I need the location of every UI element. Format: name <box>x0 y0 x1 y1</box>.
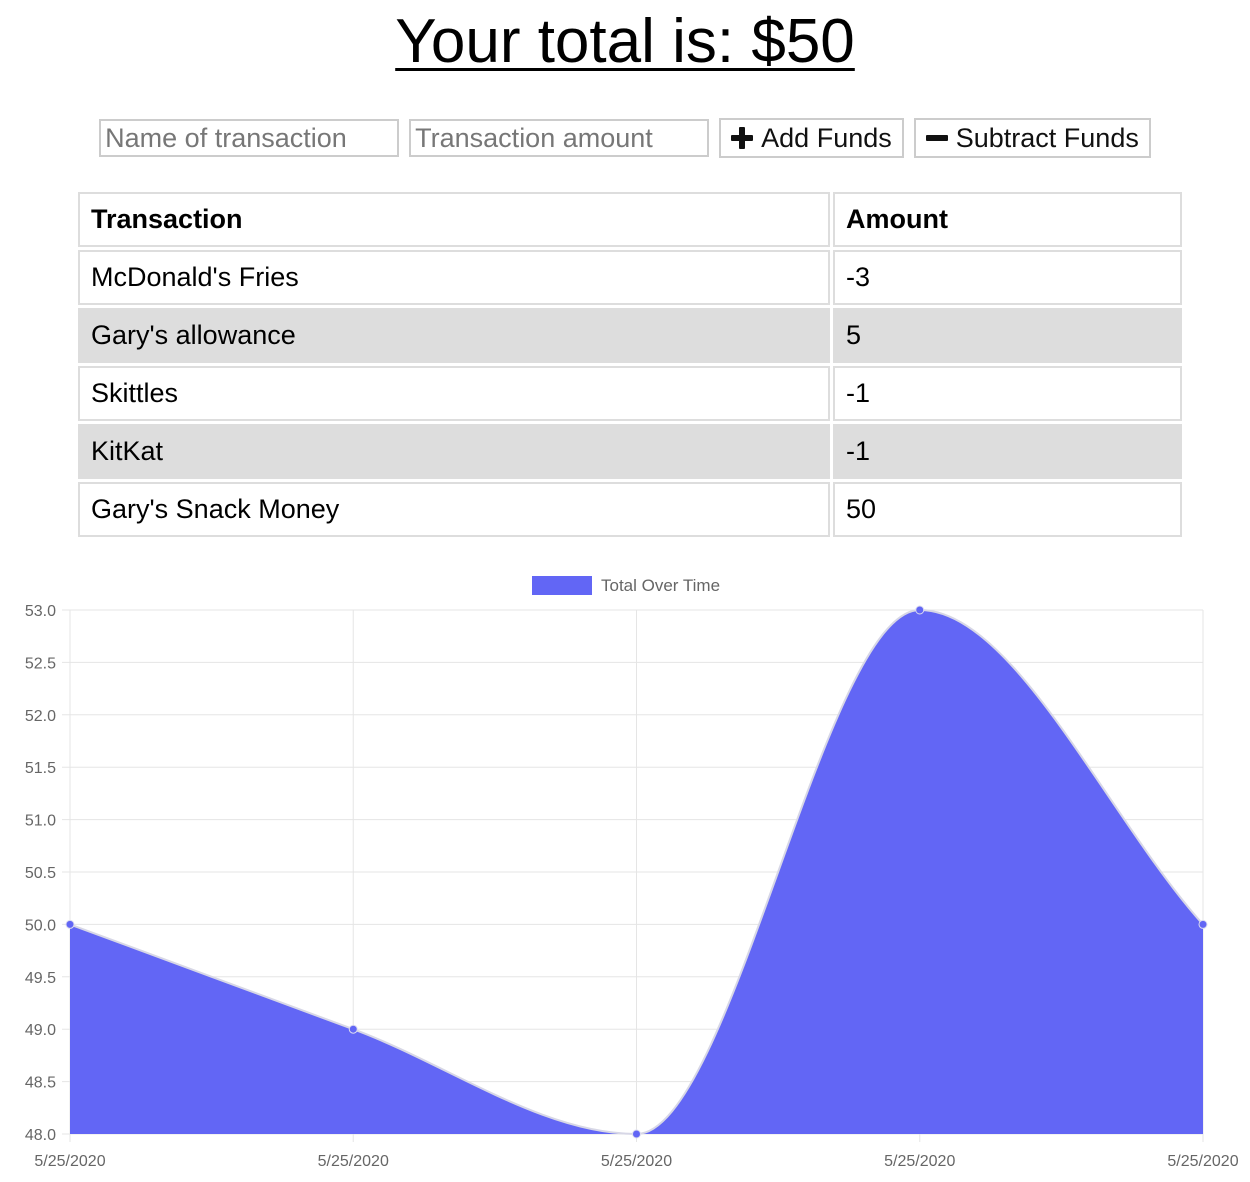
total-over-time-chart: 53.0 52.5 52.0 51.5 51.0 50.5 50.0 49.5 49.0 48.5… <box>25 576 1239 1170</box>
y-tick-label: 50.5 <box>25 865 56 882</box>
x-tick-label: 5/25/2020 <box>34 1153 105 1170</box>
y-tick-label: 51.0 <box>25 813 56 830</box>
transaction-name-cell: KitKat <box>78 424 830 479</box>
transaction-amount-cell: -3 <box>833 250 1182 305</box>
y-tick-label: 49.5 <box>25 970 56 987</box>
transaction-amount-cell: -1 <box>833 366 1182 421</box>
x-axis-ticks: 5/25/2020 5/25/2020 5/25/2020 5/25/2020 5/25… <box>34 1153 1238 1170</box>
data-point <box>1198 919 1208 929</box>
transaction-form: Add Funds Subtract Funds <box>0 118 1250 158</box>
add-funds-label: Add Funds <box>761 122 892 153</box>
transaction-amount-cell: -1 <box>833 424 1182 479</box>
transaction-name-cell: Gary's allowance <box>78 308 830 363</box>
transaction-name-cell: Skittles <box>78 366 830 421</box>
y-tick-label: 51.5 <box>25 760 56 777</box>
x-tick-label: 5/25/2020 <box>1167 1153 1238 1170</box>
data-point <box>632 1129 641 1139</box>
x-tick-label: 5/25/2020 <box>884 1153 955 1170</box>
x-tick-label: 5/25/2020 <box>318 1153 389 1170</box>
add-funds-button[interactable]: Add Funds <box>719 118 904 158</box>
table-header-row: Transaction Amount <box>78 192 1182 247</box>
table-row: McDonald's Fries -3 <box>78 250 1182 305</box>
transactions-table: Transaction Amount McDonald's Fries -3 G… <box>75 189 1185 540</box>
legend-swatch <box>532 576 592 595</box>
column-header-amount: Amount <box>833 192 1182 247</box>
y-tick-label: 48.5 <box>25 1075 56 1092</box>
total-header: Your total is: $50 <box>0 0 1250 76</box>
y-axis-ticks: 53.0 52.5 52.0 51.5 51.0 50.5 50.0 49.5 49.0 48.5… <box>25 603 56 1144</box>
subtract-funds-button[interactable]: Subtract Funds <box>913 118 1151 158</box>
subtract-funds-label: Subtract Funds <box>955 122 1139 153</box>
y-tick-label: 53.0 <box>25 603 56 620</box>
chart-legend: Total Over Time <box>532 576 720 595</box>
minus-icon <box>925 127 948 149</box>
total-title: Your total is: $50 <box>395 7 855 76</box>
table-row: Skittles -1 <box>78 366 1182 421</box>
y-tick-label: 49.0 <box>25 1022 56 1039</box>
column-header-transaction: Transaction <box>78 192 830 247</box>
y-tick-label: 48.0 <box>25 1127 56 1144</box>
transaction-name-cell: McDonald's Fries <box>78 250 830 305</box>
data-point <box>348 1024 358 1034</box>
legend-label: Total Over Time <box>601 576 720 595</box>
plus-icon <box>731 127 754 149</box>
transaction-name-cell: Gary's Snack Money <box>78 482 830 537</box>
y-tick-label: 52.0 <box>25 708 56 725</box>
transaction-amount-input[interactable] <box>409 119 710 157</box>
data-point <box>65 919 75 929</box>
data-point <box>915 605 925 615</box>
y-tick-label: 50.0 <box>25 917 56 934</box>
y-tick-label: 52.5 <box>25 655 56 672</box>
table-row: Gary's allowance 5 <box>78 308 1182 363</box>
x-tick-label: 5/25/2020 <box>601 1153 672 1170</box>
transaction-amount-cell: 50 <box>833 482 1182 537</box>
transaction-name-input[interactable] <box>99 119 400 157</box>
table-row: KitKat -1 <box>78 424 1182 479</box>
table-row: Gary's Snack Money 50 <box>78 482 1182 537</box>
transaction-amount-cell: 5 <box>833 308 1182 363</box>
